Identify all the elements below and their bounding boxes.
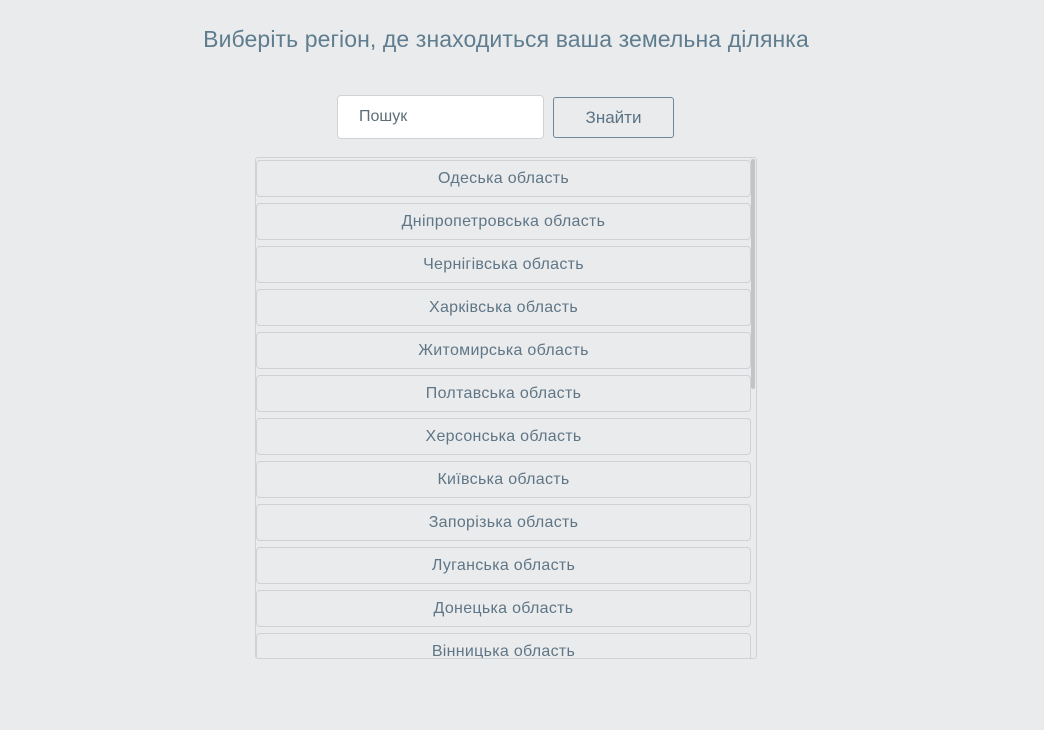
region-item-odesa[interactable]: Одеська область	[256, 160, 751, 197]
region-item-chernihiv[interactable]: Чернігівська область	[256, 246, 751, 283]
scrollbar-thumb[interactable]	[751, 159, 755, 389]
region-item-zhytomyr[interactable]: Житомирська область	[256, 332, 751, 369]
scrollbar-track[interactable]	[750, 158, 756, 658]
region-item-kyiv[interactable]: Київська область	[256, 461, 751, 498]
page-title: Виберіть регіон, де знаходиться ваша зем…	[203, 26, 809, 52]
region-item-donetsk[interactable]: Донецька область	[256, 590, 751, 627]
search-input[interactable]	[337, 95, 544, 139]
search-button[interactable]: Знайти	[553, 97, 674, 138]
page: Виберіть регіон, де знаходиться ваша зем…	[0, 0, 1044, 730]
region-item-vinnytsia[interactable]: Вінницька область	[256, 633, 751, 658]
region-item-kharkiv[interactable]: Харківська область	[256, 289, 751, 326]
region-item-dnipropetrovsk[interactable]: Дніпропетровська область	[256, 203, 751, 240]
region-item-kherson[interactable]: Херсонська область	[256, 418, 751, 455]
region-item-poltava[interactable]: Полтавська область	[256, 375, 751, 412]
region-item-luhansk[interactable]: Луганська область	[256, 547, 751, 584]
region-item-zaporizhzhia[interactable]: Запорізька область	[256, 504, 751, 541]
region-list[interactable]: Одеська область Дніпропетровська область…	[255, 157, 757, 659]
region-items: Одеська область Дніпропетровська область…	[256, 160, 751, 658]
